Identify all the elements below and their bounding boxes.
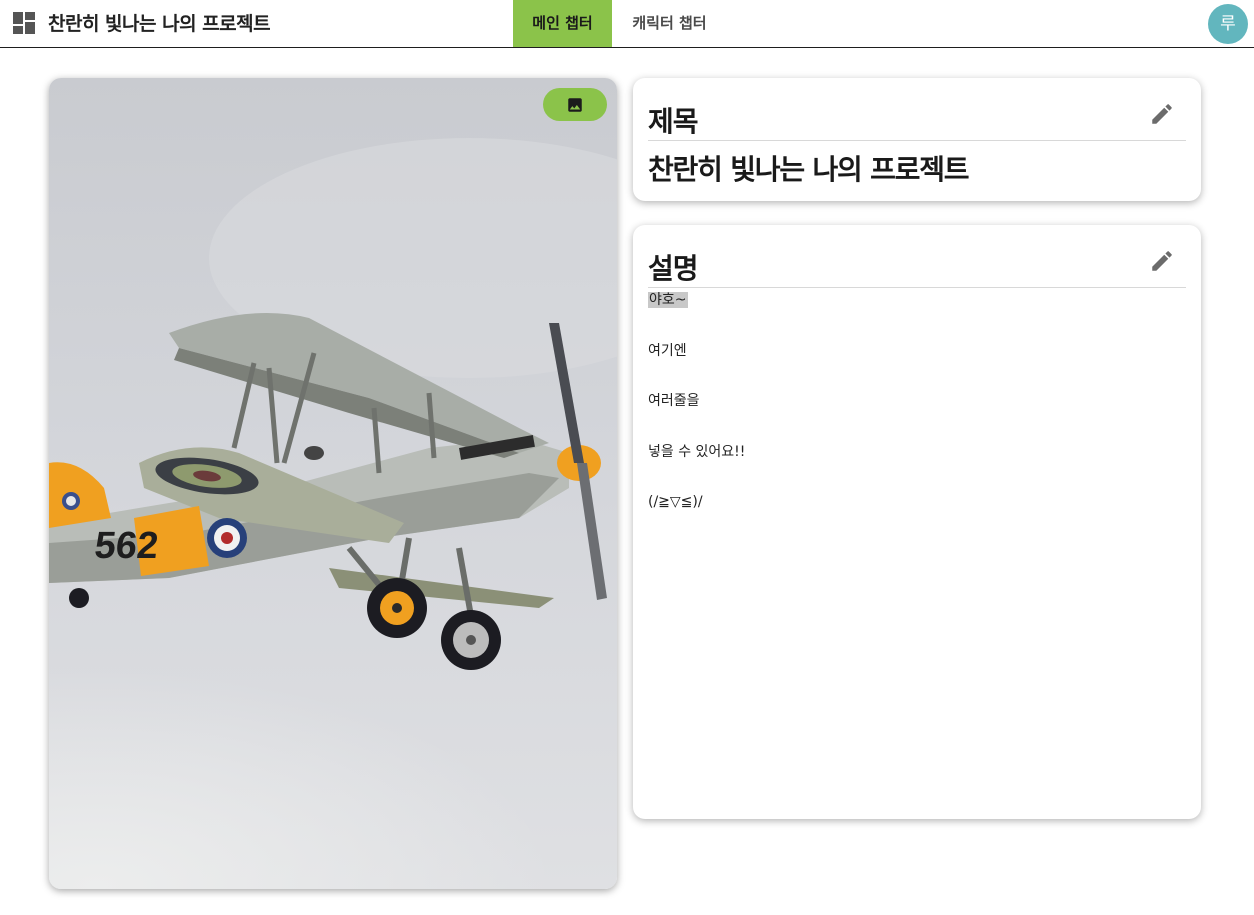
dashboard-icon [12,11,36,35]
project-title-value: 찬란히 빛나는 나의 프로젝트 [648,153,970,186]
pencil-icon [1149,248,1175,278]
title-card: 제목 찬란히 빛나는 나의 프로젝트 [633,78,1201,201]
description-text: 야호~ 여기엔 여러줄을 넣을 수 있어요!! (/≧▽≦)/ [648,290,1186,543]
description-line: 여기엔 [648,342,687,359]
project-image-card: 562 [49,78,617,889]
description-line: 야호~ [648,292,688,308]
top-bar: 찬란히 빛나는 나의 프로젝트 메인 챕터 캐릭터 챕터 루 [0,0,1254,48]
tab-main-chapter[interactable]: 메인 챕터 [513,0,612,47]
description-card: 설명 야호~ 여기엔 여러줄을 넣을 수 있어요!! (/≧▽≦)/ [633,225,1201,819]
tab-character-chapter[interactable]: 캐릭터 챕터 [612,0,727,47]
pencil-icon [1149,101,1175,131]
project-image: 562 [49,78,617,889]
description-line: 넣을 수 있어요!! [648,443,746,460]
aircraft-number: 562 [93,525,161,567]
divider [648,140,1186,141]
description-line: (/≧▽≦)/ [648,494,703,510]
app-title: 찬란히 빛나는 나의 프로젝트 [48,13,271,35]
description-card-heading: 설명 [648,252,699,285]
edit-description-button[interactable] [1148,249,1176,277]
title-card-heading: 제목 [648,105,699,138]
image-icon [566,96,584,114]
change-image-button[interactable] [543,88,607,121]
description-line: 여러줄을 [648,393,700,409]
divider [648,287,1186,288]
avatar[interactable]: 루 [1208,4,1248,44]
edit-title-button[interactable] [1148,102,1176,130]
